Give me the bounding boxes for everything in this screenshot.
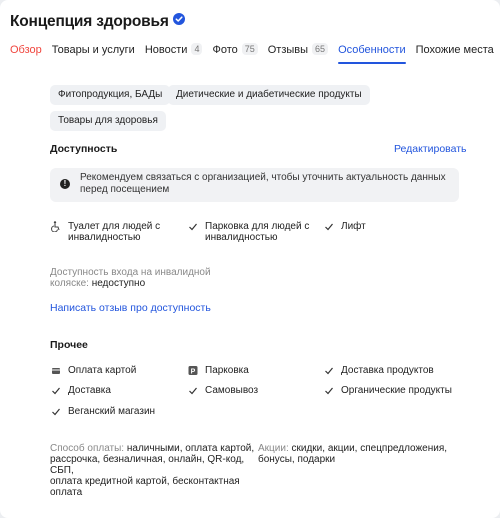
tab-overview[interactable]: Обзор [10,44,42,64]
tab-label: Новости [144,44,188,56]
checkmark-icon [51,385,61,396]
verified-badge-icon [172,12,185,25]
org-title: Концепция здоровья [10,13,169,30]
feature-label: Веганский магазин [68,406,156,417]
feature-label: Парковка для людей с [205,221,310,232]
entrance-label: Доступность входа на инвалидной [50,267,211,278]
feature-organic-products: Органические продукты [324,385,452,396]
checkmark-icon [324,385,334,396]
tab-news[interactable]: Новости 4 [144,43,203,64]
promo-label: Акции: [258,443,289,454]
payment-label: Способ оплаты: [50,443,125,454]
tab-label: Обзор [10,44,42,56]
tab-features[interactable]: Особенности [338,44,406,64]
parking-icon: P [188,365,198,376]
tab-count: 75 [241,43,258,55]
edit-button[interactable]: Редактировать [394,143,467,155]
svg-text:P: P [191,369,196,376]
feature-label: Туалет для людей с [68,221,161,232]
promotions: Акции: скидки, акции, спецпредложения, б… [258,443,458,465]
info-notice: ! Рекомендуем связаться с организацией, … [50,168,459,202]
feature-elevator: Лифт [324,221,454,232]
feature-label: Доставка [68,385,111,396]
tab-label: Похожие места [415,44,494,56]
tab-label: Особенности [338,44,406,56]
feature-vegan-store: Веганский магазин [51,406,155,417]
category-tag[interactable]: Диетические и диабетические продукты [168,85,370,105]
checkmark-icon [188,221,198,232]
tab-count: 65 [312,43,329,55]
feature-label: инвалидностью [68,232,141,243]
tab-reviews[interactable]: Отзывы 65 [267,43,329,64]
feature-delivery: Доставка [51,385,111,396]
tab-label: Фото [212,44,238,56]
feature-card-payment: Оплата картой [51,365,136,376]
promo-value: бонусы, подарки [258,454,336,465]
promo-value: скидки, акции, спецпредложения, [291,443,448,454]
wheelchair-entrance-info: Доступность входа на инвалидной коляске:… [50,267,240,289]
payment-value: оплата кредитной картой, бесконтактная [50,476,240,487]
payment-value: оплата [50,487,83,498]
payment-value: рассрочка, безналичная, онлайн, QR-код, … [50,454,245,476]
org-header: Концепция здоровья [10,12,185,31]
accessibility-title: Доступность [50,143,118,155]
wheelchair-icon [51,221,61,232]
tab-photos[interactable]: Фото 75 [212,43,258,64]
category-tag[interactable]: Товары для здоровья [50,111,166,131]
other-title: Прочее [50,339,88,351]
tab-label: Отзывы [267,44,309,56]
feature-label: Органические продукты [341,385,452,396]
tab-bar: Обзор Товары и услуги Новости 4 Фото 75 От… [10,43,500,64]
feature-label: Самовывоз [205,385,259,396]
tab-similar-places[interactable]: Похожие места [416,44,494,64]
feature-accessible-toilet: Туалет для людей с инвалидностью [51,221,186,243]
info-icon: ! [60,179,70,189]
feature-label: инвалидностью [205,232,278,243]
feature-grocery-delivery: Доставка продуктов [324,365,434,376]
tab-goods-and-services[interactable]: Товары и услуги [52,44,135,64]
entrance-label: коляске: [50,278,89,289]
card-icon [51,365,61,376]
checkmark-icon [324,365,334,376]
checkmark-icon [51,406,61,417]
checkmark-icon [324,221,334,232]
category-tag[interactable]: Фитопродукция, БАДы [50,85,171,105]
feature-label: Оплата картой [68,365,137,376]
feature-parking: P Парковка [188,365,249,376]
checkmark-icon [188,385,198,396]
feature-pickup: Самовывоз [188,385,258,396]
tab-count: 4 [191,43,203,55]
payment-methods: Способ оплаты: наличными, оплата картой,… [50,443,255,498]
feature-label: Лифт [341,221,366,232]
feature-accessible-parking: Парковка для людей с инвалидностью [188,221,323,243]
notice-text: Рекомендуем связаться с организацией, чт… [80,172,446,195]
organization-card: Концепция здоровья Обзор Товары и услуги… [0,0,500,518]
tab-label: Товары и услуги [51,44,135,56]
write-accessibility-review-link[interactable]: Написать отзыв про доступность [50,302,211,314]
feature-label: Парковка [205,365,249,376]
payment-value: наличными, оплата картой, [126,443,255,454]
entrance-value: недоступно [91,278,146,289]
feature-label: Доставка продуктов [341,365,434,376]
